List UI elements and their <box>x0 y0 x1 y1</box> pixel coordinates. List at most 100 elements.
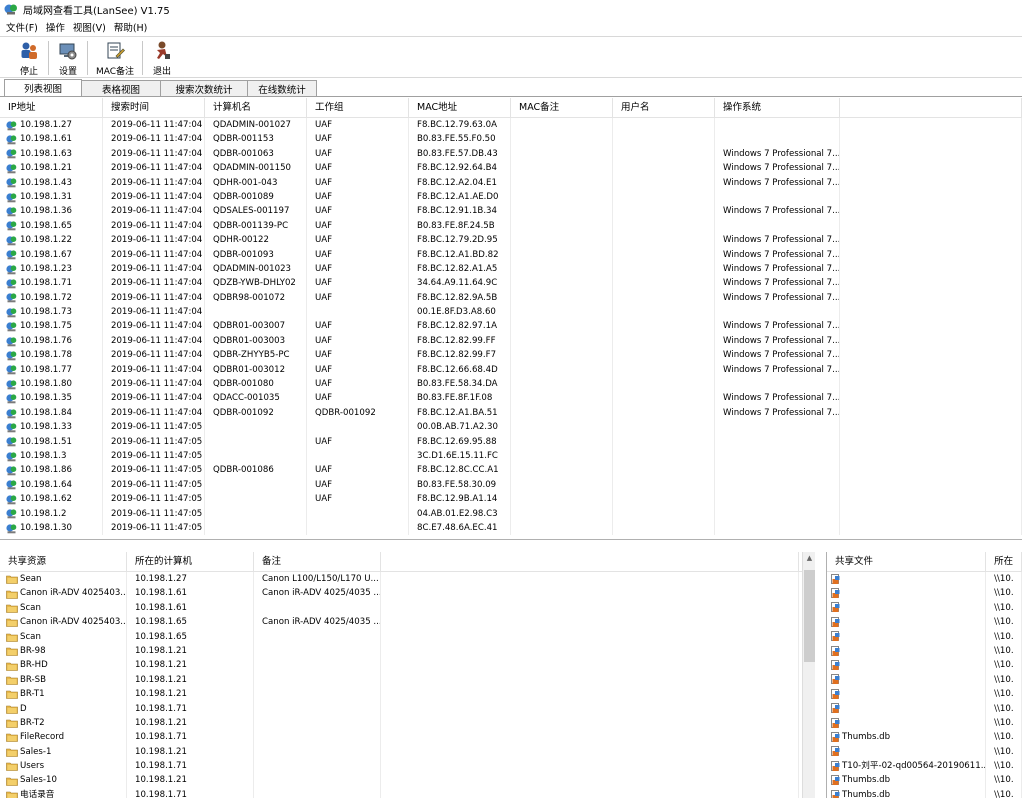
file-row[interactable]: \\10. <box>827 643 1022 659</box>
host-row[interactable]: 10.198.1.23 2019-06-11 11:47:04 QDADMIN-00… <box>0 261 1022 277</box>
file-row-cell: \\10. <box>986 744 1022 760</box>
host-row[interactable]: 10.198.1.33 2019-06-11 11:47:05 00.0B.AB.7… <box>0 420 1022 435</box>
share-row[interactable]: FileRecord 10.198.1.71 <box>0 730 814 745</box>
column-username[interactable]: 用户名 <box>613 98 715 117</box>
share-row[interactable]: Sales-1 10.198.1.21 <box>0 744 814 760</box>
host-row[interactable]: 10.198.1.61 2019-06-11 11:47:04 QDBR-00115… <box>0 132 1022 147</box>
host-row-text: UAF <box>315 163 333 174</box>
host-row[interactable]: 10.198.1.71 2019-06-11 11:47:04 QDZB-YWB-D… <box>0 276 1022 291</box>
tab-list-view[interactable]: 列表视图 <box>4 79 82 96</box>
host-row[interactable]: 10.198.1.63 2019-06-11 11:47:04 QDBR-00106… <box>0 146 1022 162</box>
file-row[interactable]: \\10. <box>827 615 1022 630</box>
column-search-time[interactable]: 搜索时间 <box>103 98 205 117</box>
host-row[interactable]: 10.198.1.65 2019-06-11 11:47:04 QDBR-00113… <box>0 218 1022 234</box>
share-row[interactable]: BR-HD 10.198.1.21 <box>0 658 814 673</box>
host-row[interactable]: 10.198.1.35 2019-06-11 11:47:04 QDACC-0010… <box>0 391 1022 406</box>
column-share-note[interactable]: 备注 <box>254 552 381 571</box>
host-row-cell <box>511 204 613 219</box>
column-share-resource[interactable]: 共享资源 <box>0 552 127 571</box>
host-row-cell: UAF <box>307 189 409 205</box>
host-row[interactable]: 10.198.1.67 2019-06-11 11:47:04 QDBR-00109… <box>0 247 1022 262</box>
column-shared-file[interactable]: 共享文件 <box>827 552 987 571</box>
menu-view[interactable]: 视图(V) <box>73 20 106 34</box>
share-row[interactable]: BR-98 10.198.1.21 <box>0 643 814 659</box>
host-row[interactable]: 10.198.1.22 2019-06-11 11:47:04 QDHR-00122… <box>0 233 1022 248</box>
menu-operation[interactable]: 操作 <box>46 20 65 34</box>
file-row[interactable]: \\10. <box>827 744 1022 760</box>
host-row[interactable]: 10.198.1.51 2019-06-11 11:47:05 UAF F8.BC.1… <box>0 434 1022 449</box>
share-row[interactable]: Canon iR-ADV 4025403... 10.198.1.65 Canon … <box>0 615 814 630</box>
file-row[interactable]: \\10. <box>827 658 1022 673</box>
file-row[interactable]: \\10. <box>827 629 1022 644</box>
file-row-text: Thumbs.db <box>842 732 891 743</box>
column-mac-note[interactable]: MAC备注 <box>511 98 613 117</box>
tab-online-count[interactable]: 在线数统计 <box>247 80 317 96</box>
file-row[interactable]: \\10. <box>827 715 1022 731</box>
tab-search-count[interactable]: 搜索次数统计 <box>160 80 248 96</box>
column-shared-location[interactable]: 所在 <box>986 552 1022 571</box>
file-row[interactable]: \\10. <box>827 672 1022 688</box>
file-row[interactable]: \\10. <box>827 572 1022 587</box>
share-row[interactable]: Scan 10.198.1.61 <box>0 600 814 616</box>
file-row[interactable]: Thumbs.db \\10. <box>827 773 1022 788</box>
host-row-cell <box>613 204 715 219</box>
host-row[interactable]: 10.198.1.27 2019-06-11 11:47:04 QDADMIN-00… <box>0 118 1022 133</box>
file-row[interactable]: \\10. <box>827 586 1022 601</box>
share-row[interactable]: Users 10.198.1.71 <box>0 759 814 774</box>
host-row-cell: 2019-06-11 11:47:05 <box>103 506 205 521</box>
share-row[interactable]: Sean 10.198.1.27 Canon L100/L150/L170 U... <box>0 572 814 587</box>
share-row[interactable]: BR-T2 10.198.1.21 <box>0 715 814 731</box>
host-row[interactable]: 10.198.1.80 2019-06-11 11:47:04 QDBR-00108… <box>0 377 1022 392</box>
host-row[interactable]: 10.198.1.3 2019-06-11 11:47:05 3C.D1.6E.15… <box>0 448 1022 464</box>
host-row[interactable]: 10.198.1.73 2019-06-11 11:47:04 00.1E.8F.D… <box>0 305 1022 320</box>
host-row[interactable]: 10.198.1.30 2019-06-11 11:47:05 8C.E7.48.6… <box>0 520 1022 536</box>
share-row[interactable]: Canon iR-ADV 4025403... 10.198.1.61 Canon … <box>0 586 814 601</box>
share-row[interactable]: D 10.198.1.71 <box>0 701 814 716</box>
host-row[interactable]: 10.198.1.84 2019-06-11 11:47:04 QDBR-00109… <box>0 405 1022 421</box>
share-row-cell <box>381 672 799 688</box>
host-row[interactable]: 10.198.1.43 2019-06-11 11:47:04 QDHR-001-0… <box>0 175 1022 190</box>
pane-splitter[interactable] <box>815 552 826 798</box>
host-row[interactable]: 10.198.1.2 2019-06-11 11:47:05 04.AB.01.E2… <box>0 506 1022 521</box>
column-ip[interactable]: IP地址 <box>0 98 103 117</box>
host-row[interactable]: 10.198.1.76 2019-06-11 11:47:04 QDBR01-003… <box>0 333 1022 349</box>
file-row[interactable]: \\10. <box>827 701 1022 716</box>
menu-help[interactable]: 帮助(H) <box>114 20 148 34</box>
settings-button[interactable]: 设置 <box>51 37 85 77</box>
host-row[interactable]: 10.198.1.72 2019-06-11 11:47:04 QDBR98-001… <box>0 290 1022 306</box>
scroll-thumb[interactable] <box>804 570 815 662</box>
share-row[interactable]: Scan 10.198.1.65 <box>0 629 814 644</box>
host-row[interactable]: 10.198.1.75 2019-06-11 11:47:04 QDBR01-003… <box>0 319 1022 334</box>
exit-button[interactable]: 退出 <box>145 37 179 77</box>
host-row[interactable]: 10.198.1.77 2019-06-11 11:47:04 QDBR01-003… <box>0 362 1022 378</box>
share-row[interactable]: BR-T1 10.198.1.21 <box>0 687 814 702</box>
file-row[interactable]: T10-刘平-02-qd00564-20190611... \\10. <box>827 759 1022 774</box>
column-workgroup[interactable]: 工作组 <box>307 98 409 117</box>
host-row[interactable]: 10.198.1.86 2019-06-11 11:47:05 QDBR-00108… <box>0 463 1022 478</box>
file-row[interactable]: Thumbs.db \\10. <box>827 787 1022 798</box>
host-row[interactable]: 10.198.1.64 2019-06-11 11:47:05 UAF B0.83.F… <box>0 477 1022 493</box>
file-row[interactable]: Thumbs.db \\10. <box>827 730 1022 745</box>
host-row[interactable]: 10.198.1.21 2019-06-11 11:47:04 QDADMIN-00… <box>0 161 1022 176</box>
file-row-text: \\10. <box>994 574 1014 584</box>
menu-file[interactable]: 文件(F) <box>6 20 38 34</box>
host-row[interactable]: 10.198.1.31 2019-06-11 11:47:04 QDBR-00108… <box>0 189 1022 205</box>
host-row-cell: QDBR-001089 <box>205 189 307 205</box>
share-row[interactable]: 电话录音 10.198.1.71 <box>0 787 814 798</box>
column-computer-name[interactable]: 计算机名 <box>205 98 307 117</box>
host-row[interactable]: 10.198.1.36 2019-06-11 11:47:04 QDSALES-00… <box>0 204 1022 219</box>
host-row[interactable]: 10.198.1.62 2019-06-11 11:47:05 UAF F8.BC.1… <box>0 492 1022 507</box>
file-row[interactable]: \\10. <box>827 687 1022 702</box>
stop-button[interactable]: 停止 <box>12 37 46 77</box>
share-row[interactable]: BR-SB 10.198.1.21 <box>0 672 814 688</box>
tab-table-view[interactable]: 表格视图 <box>81 80 161 96</box>
shares-scrollbar[interactable]: ▲ <box>802 552 815 798</box>
column-share-computer[interactable]: 所在的计算机 <box>127 552 254 571</box>
column-os[interactable]: 操作系统 <box>715 98 840 117</box>
share-row[interactable]: Sales-10 10.198.1.21 <box>0 773 814 788</box>
host-row[interactable]: 10.198.1.78 2019-06-11 11:47:04 QDBR-ZHYYB… <box>0 348 1022 363</box>
file-row[interactable]: \\10. <box>827 600 1022 616</box>
mac-note-button[interactable]: MAC备注 <box>90 37 140 77</box>
column-mac[interactable]: MAC地址 <box>409 98 511 117</box>
host-row-cell <box>613 261 715 277</box>
